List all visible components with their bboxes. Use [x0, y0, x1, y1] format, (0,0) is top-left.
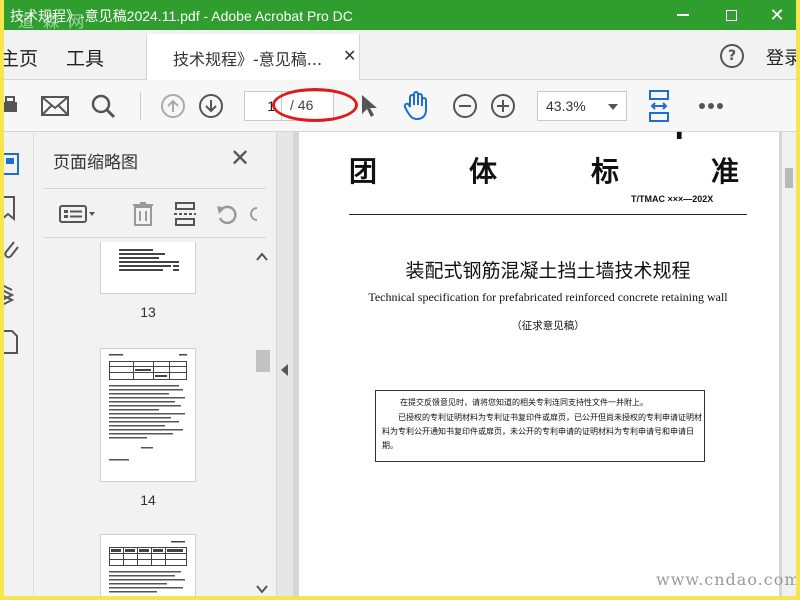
login-link[interactable]: 登录 [766, 44, 796, 70]
thumbnail-preview [119, 249, 179, 271]
highlight-oval-annotation [272, 88, 358, 122]
minus-circle-icon [453, 94, 477, 118]
close-icon: ✕ [769, 4, 785, 25]
heading-char: 准 [711, 155, 740, 188]
rotate-right-button[interactable] [248, 201, 266, 227]
rotate-left-button[interactable] [214, 201, 240, 227]
print-button[interactable] [4, 91, 28, 121]
app-window: 技术规程》-意见稿2024.11.pdf - Adobe Acrobat Pro… [4, 0, 796, 596]
delete-page-button[interactable] [130, 201, 156, 227]
chevron-down-icon [608, 104, 618, 110]
thumbnail-page-number: 14 [140, 492, 156, 508]
draft-note: （征求意见稿） [511, 320, 585, 332]
close-panel-icon[interactable]: ✕ [230, 144, 250, 172]
plus-circle-icon [491, 94, 515, 118]
thumbnails-panel: 页面缩略图 ✕ 13 14 [34, 132, 277, 596]
rotate-cw-icon [250, 207, 258, 221]
mail-icon [41, 96, 69, 116]
watermark-url: www.cndao.com [656, 570, 796, 589]
partial-header-mark: ▘ [677, 132, 687, 146]
standard-code: T/TMAC ×××—202X [631, 194, 714, 204]
document-title-en: Technical specification for prefabricate… [368, 290, 728, 304]
insert-page-icon [174, 202, 196, 226]
zoom-dropdown[interactable]: 43.3% [537, 91, 627, 121]
title-bar: 技术规程》-意见稿2024.11.pdf - Adobe Acrobat Pro… [4, 0, 796, 31]
tab-row: 主页 工具 技术规程》-意见稿... ✕ ? 登录 [4, 30, 796, 80]
tab-tools[interactable]: 工具 [66, 44, 104, 71]
attachment-icon[interactable] [4, 236, 28, 264]
watermark-logo: 道 森 网 [18, 12, 87, 31]
trash-icon [133, 202, 153, 226]
rotate-ccw-icon [217, 205, 237, 225]
print-icon [4, 96, 17, 112]
toolbar-divider [140, 92, 141, 120]
arrow-down-circle-icon [199, 94, 223, 118]
page-thumbnail[interactable] [100, 348, 196, 482]
next-page-button[interactable] [196, 91, 226, 121]
select-tool-button[interactable] [354, 91, 384, 121]
zoom-value: 43.3% [546, 98, 586, 114]
fit-width-icon [649, 90, 669, 122]
heading-char: 体 [469, 155, 498, 188]
close-window-button[interactable]: ✕ [754, 0, 796, 30]
more-dots-icon [699, 103, 723, 109]
notice-line-2: 已授权的专利证明材料为专利证书复印件或扉页，已公开但尚未授权的专利申请证明材料为… [382, 413, 702, 450]
hand-icon [403, 91, 427, 121]
scroll-up-icon[interactable] [256, 252, 268, 262]
thumbnail-preview [109, 541, 187, 593]
more-tools-button[interactable] [696, 91, 726, 121]
search-button[interactable] [88, 91, 118, 121]
minimize-button[interactable] [660, 0, 706, 30]
previous-page-button[interactable] [158, 91, 188, 121]
thumbnail-page-number: 13 [140, 304, 156, 320]
thumbnail-preview [109, 354, 187, 461]
hand-tool-button[interactable] [402, 91, 432, 121]
tab-home[interactable]: 主页 [4, 44, 38, 71]
insert-page-button[interactable] [172, 201, 198, 227]
collapse-panel-icon[interactable] [281, 364, 288, 376]
notice-line-1: 在提交反馈意见时，请将您知道的相关专利连同支持性文件一并附上。 [400, 398, 648, 407]
email-button[interactable] [40, 91, 70, 121]
thumbnail-toolbar [44, 188, 266, 238]
zoom-in-button[interactable] [488, 91, 518, 121]
bookmark-icon[interactable] [4, 194, 28, 222]
document-title-cn: 装配式钢筋混凝土挡土墙技术规程 [405, 260, 691, 282]
thumbnail-scrollbar[interactable] [252, 242, 272, 596]
scrollbar-thumb[interactable] [256, 350, 270, 372]
search-icon [91, 94, 116, 119]
scrollbar-thumb[interactable] [785, 168, 793, 188]
toolbar: 1 / 46 43.3% [4, 80, 796, 132]
panel-splitter[interactable] [277, 132, 293, 596]
close-tab-icon[interactable]: ✕ [343, 46, 356, 65]
navigation-rail [4, 132, 34, 596]
page-thumbnails-icon[interactable] [4, 150, 28, 178]
thumbnail-list[interactable]: 13 14 [44, 242, 252, 596]
arrow-up-circle-icon [161, 94, 185, 118]
page-thumbnail[interactable] [100, 242, 196, 294]
fit-page-button[interactable] [644, 90, 674, 122]
header-rule [349, 214, 747, 215]
layers-icon[interactable] [4, 282, 28, 310]
tab-document[interactable]: 技术规程》-意见稿... ✕ [146, 34, 360, 80]
heading-char: 标 [591, 155, 620, 188]
panel-title: 页面缩略图 [53, 153, 138, 173]
patent-notice-box: 在提交反馈意见时，请将您知道的相关专利连同支持性文件一并附上。 已授权的专利证明… [375, 390, 705, 462]
page-thumbnail[interactable] [100, 534, 196, 596]
maximize-button[interactable] [708, 0, 754, 30]
document-scrollbar[interactable] [782, 132, 796, 596]
heading-char: 团 [349, 155, 378, 188]
scroll-down-icon[interactable] [256, 584, 268, 594]
options-menu-button[interactable] [58, 201, 98, 227]
maximize-icon [725, 9, 737, 21]
document-icon[interactable] [4, 328, 28, 356]
document-page: ▘ 团 体 标 准 T/TMAC ×××—202X 装配式钢筋混凝土挡土墙技术规… [299, 132, 779, 596]
cursor-arrow-icon [362, 95, 377, 117]
minimize-icon [677, 14, 689, 16]
document-tab-label: 技术规程》-意见稿... [173, 50, 323, 69]
zoom-out-button[interactable] [450, 91, 480, 121]
list-options-icon [59, 205, 95, 223]
document-viewer[interactable]: ▘ 团 体 标 准 T/TMAC ×××—202X 装配式钢筋混凝土挡土墙技术规… [293, 132, 796, 596]
help-icon[interactable]: ? [720, 44, 744, 68]
